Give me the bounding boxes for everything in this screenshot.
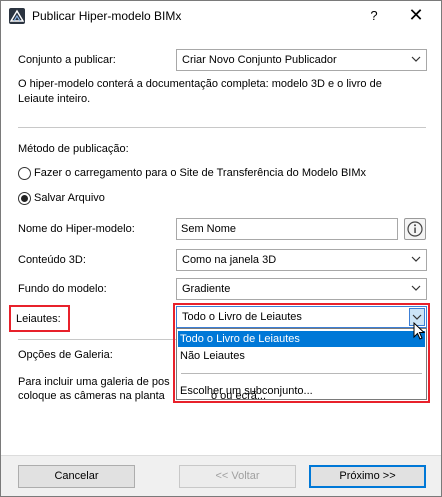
background-label: Fundo do modelo: xyxy=(18,283,107,295)
archicad-app-icon xyxy=(9,8,25,24)
content-3d-label: Conteúdo 3D: xyxy=(18,254,86,266)
background-select[interactable]: Gradiente xyxy=(176,278,427,300)
close-button[interactable]: ✕ xyxy=(399,5,433,27)
model-name-input[interactable]: Sem Nome xyxy=(176,218,398,240)
radio-upload[interactable] xyxy=(18,167,31,180)
window-title: Publicar Hiper-modelo BIMx xyxy=(32,9,182,23)
info-button[interactable] xyxy=(404,218,426,240)
set-description-line2: Leiaute inteiro. xyxy=(18,93,91,105)
layouts-dropdown-highlight xyxy=(173,303,430,403)
chevron-down-icon xyxy=(411,56,421,62)
next-button[interactable]: Próximo >> xyxy=(309,465,426,488)
help-button[interactable]: ? xyxy=(359,5,389,27)
set-description-line1: O hiper-modelo conterá a documentação co… xyxy=(18,78,382,90)
info-icon xyxy=(407,221,423,237)
gallery-text-line2: coloque as câmeras na planta xyxy=(18,390,165,402)
set-select-value: Criar Novo Conjunto Publicador xyxy=(182,54,337,66)
mouse-cursor-icon xyxy=(413,322,426,340)
chevron-down-icon xyxy=(411,256,421,262)
content-3d-value: Como na janela 3D xyxy=(182,254,277,266)
cancel-button[interactable]: Cancelar xyxy=(18,465,135,488)
gallery-text-line2-tail: o ou ecrã... xyxy=(211,390,267,402)
model-name-label: Nome do Hiper-modelo: xyxy=(18,223,135,235)
model-name-value: Sem Nome xyxy=(181,223,237,235)
background-value: Gradiente xyxy=(182,283,231,295)
publish-method-label: Método de publicação: xyxy=(18,143,129,155)
layouts-label: Leiautes: xyxy=(16,313,61,325)
set-select[interactable]: Criar Novo Conjunto Publicador xyxy=(176,49,427,71)
button-bar: Cancelar << Voltar Próximo >> xyxy=(1,455,441,496)
publish-dialog: Publicar Hiper-modelo BIMx ? ✕ Conjunto … xyxy=(0,0,442,497)
divider xyxy=(18,127,426,128)
radio-save-file[interactable] xyxy=(18,192,31,205)
set-label: Conjunto a publicar: xyxy=(18,54,116,66)
chevron-down-icon xyxy=(411,285,421,291)
gallery-text-line1: Para incluir uma galeria de pos xyxy=(18,376,170,388)
back-button[interactable]: << Voltar xyxy=(179,465,296,488)
content-3d-select[interactable]: Como na janela 3D xyxy=(176,249,427,271)
title-bar: Publicar Hiper-modelo BIMx ? ✕ xyxy=(1,1,441,31)
gallery-label: Opções de Galeria: xyxy=(18,349,113,361)
radio-upload-label: Fazer o carregamento para o Site de Tran… xyxy=(34,167,367,179)
radio-save-file-label: Salvar Arquivo xyxy=(34,192,105,204)
